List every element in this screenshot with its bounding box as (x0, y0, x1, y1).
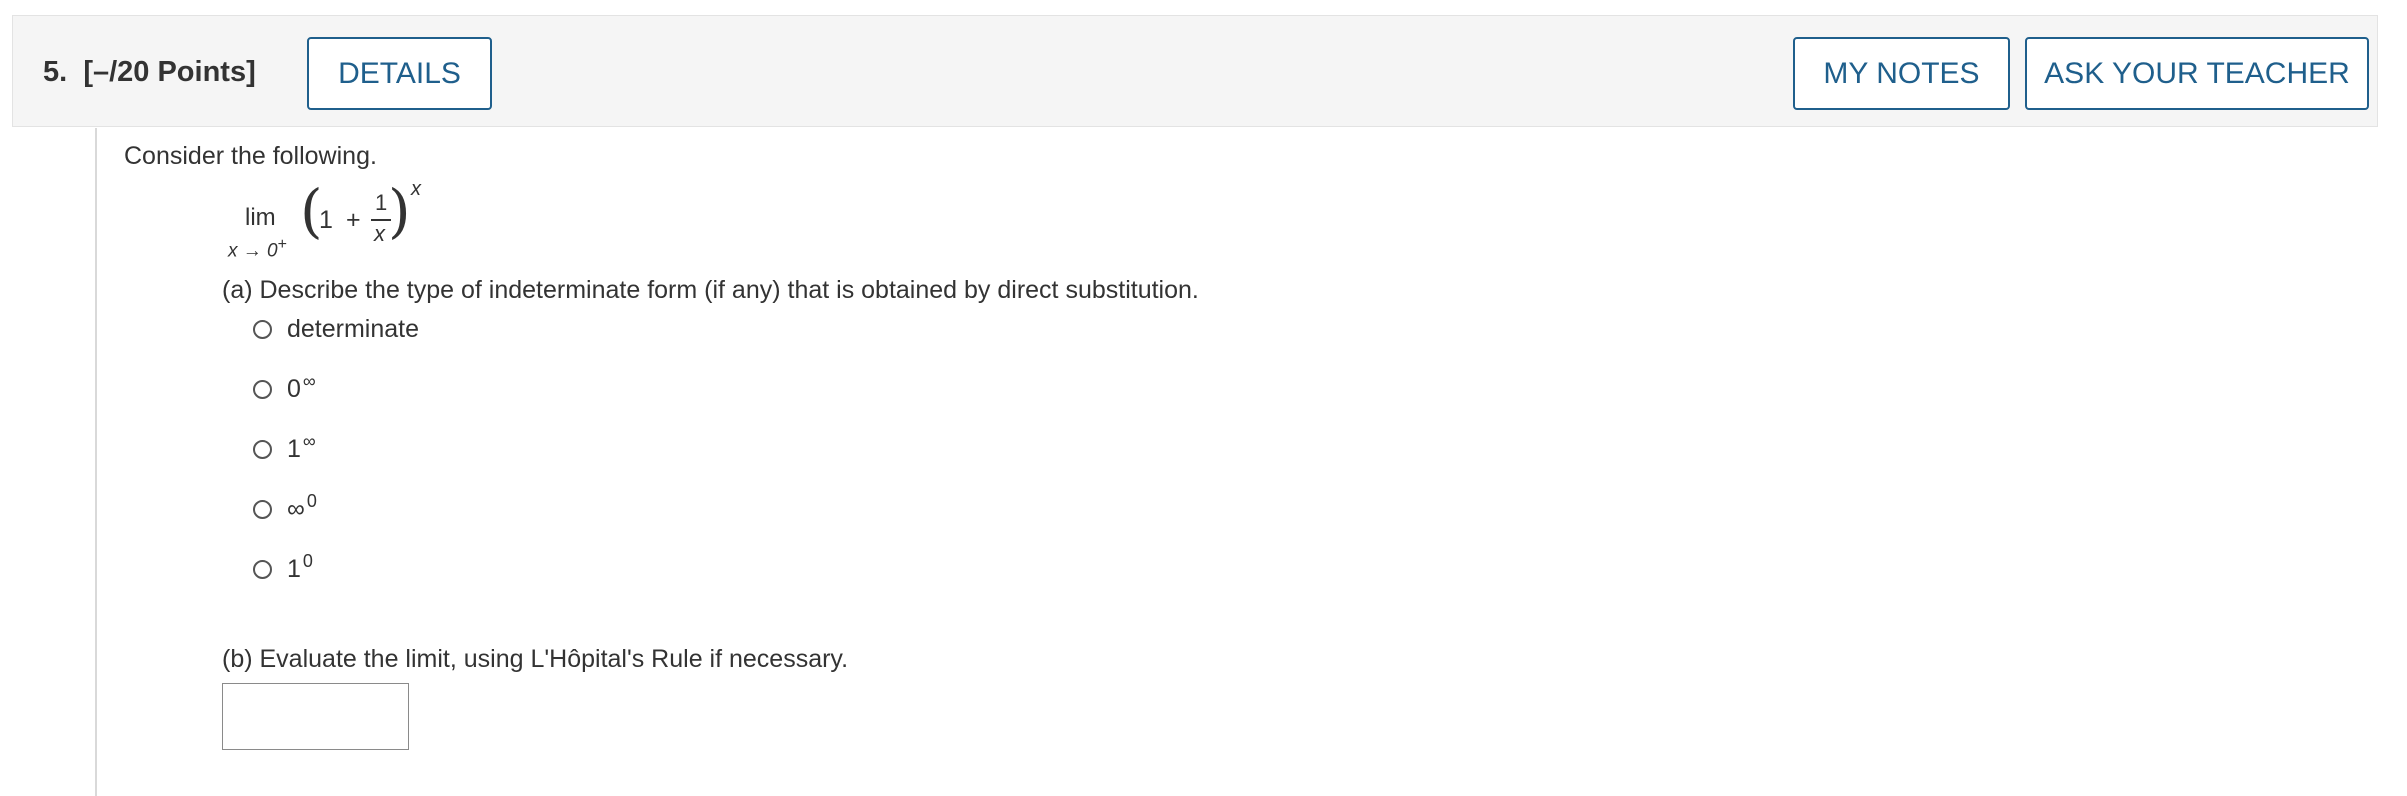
option-label: determinate (287, 315, 419, 344)
content-left-rule (95, 128, 97, 796)
option-base: 1 (287, 434, 301, 463)
radio-one-to-zero[interactable] (253, 559, 272, 579)
lim-approach-side: + (277, 236, 287, 253)
option-label: 1 ∞ (287, 431, 316, 464)
option-base: 1 (287, 554, 301, 583)
question-header: 5. [–/20 Points] DETAILS MY NOTES ASK YO… (12, 15, 2378, 127)
option-base: 0 (287, 374, 301, 403)
option-infinity-to-zero[interactable]: ∞ 0 (253, 491, 317, 526)
lim-approach: x → 0 (228, 240, 278, 262)
radio-zero-to-infinity[interactable] (253, 379, 272, 399)
option-zero-to-infinity[interactable]: 0 ∞ (253, 371, 316, 406)
radio-determinate[interactable] (253, 319, 272, 339)
option-one-to-infinity[interactable]: 1 ∞ (253, 431, 316, 466)
option-label: 0 ∞ (287, 371, 316, 404)
option-label: 10 (287, 551, 313, 584)
part-b-answer-input[interactable] (222, 683, 409, 750)
option-base: ∞ (287, 494, 305, 523)
details-button[interactable]: DETAILS (307, 37, 492, 110)
question-title: 5. [–/20 Points] (43, 16, 256, 128)
option-base: determinate (287, 314, 420, 343)
part-a-prompt: (a) Describe the type of indeterminate f… (222, 276, 1199, 304)
part-b-prompt: (b) Evaluate the limit, using L'Hôpital'… (222, 645, 849, 673)
question-points: [–/20 Points] (83, 56, 256, 88)
question-intro: Consider the following. (124, 142, 377, 170)
right-paren: ) (388, 177, 411, 245)
radio-infinity-to-zero[interactable] (253, 499, 272, 519)
expr-one: 1 (319, 206, 333, 234)
limit-expression: lim x → 0+ ( 1 + 1 x ) x (222, 178, 462, 266)
lim-subscript: x → 0+ (228, 236, 287, 262)
fraction-numerator: 1 (375, 190, 388, 215)
option-exponent: ∞ (302, 370, 316, 391)
fraction-denominator: x (374, 221, 385, 246)
lim-operator: lim (245, 204, 276, 231)
expr-exponent: x (411, 178, 421, 200)
option-label: ∞ 0 (287, 491, 317, 524)
option-exponent: 0 (306, 490, 317, 511)
my-notes-button[interactable]: MY NOTES (1793, 37, 2010, 110)
radio-one-to-infinity[interactable] (253, 439, 272, 459)
option-exponent: ∞ (302, 430, 316, 451)
question-number: 5. (43, 56, 68, 88)
expr-plus: + (346, 206, 361, 234)
option-one-to-zero[interactable]: 10 (253, 551, 313, 586)
ask-your-teacher-button[interactable]: ASK YOUR TEACHER (2025, 37, 2369, 110)
option-determinate[interactable]: determinate (253, 312, 419, 346)
option-exponent: 0 (302, 550, 313, 571)
